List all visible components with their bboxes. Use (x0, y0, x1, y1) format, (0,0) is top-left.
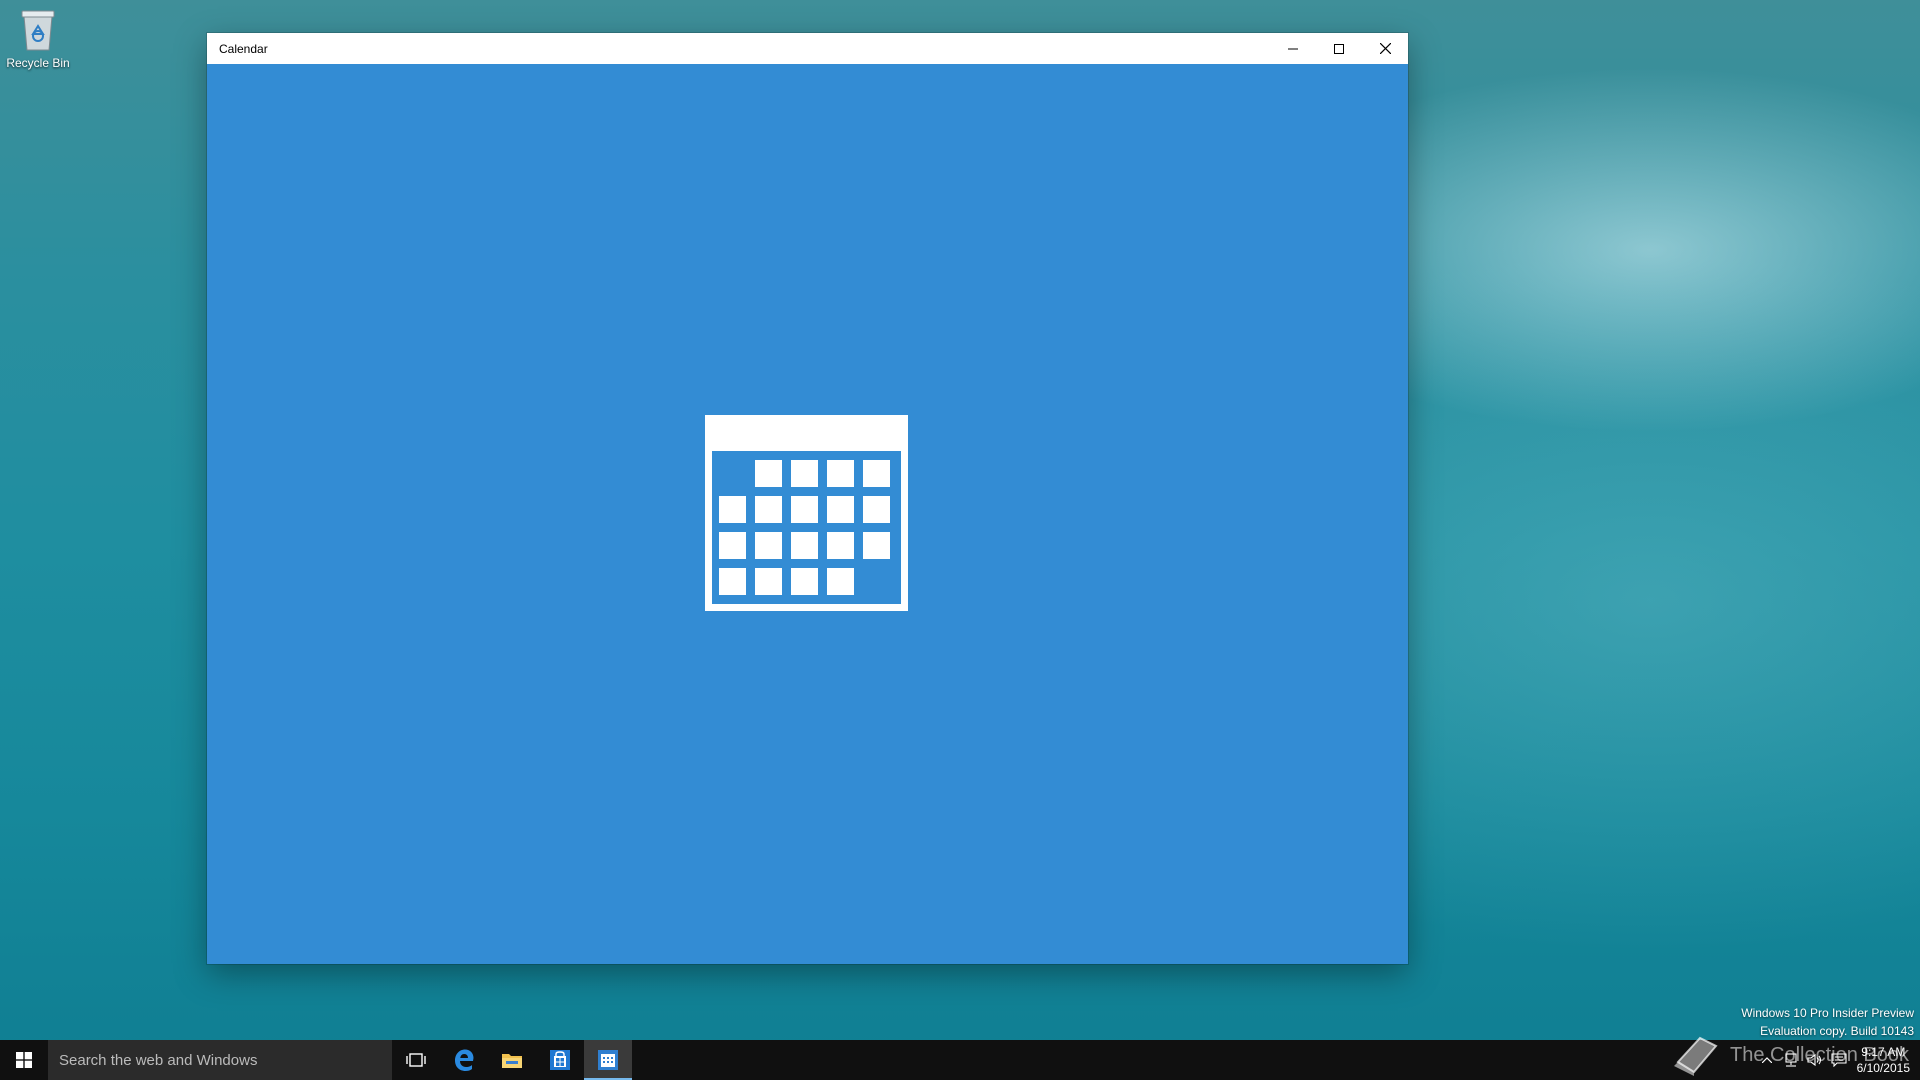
calendar-app-icon (598, 1050, 618, 1070)
minimize-icon (1288, 48, 1298, 49)
taskbar: Search the web and Windows 9:17 AM 6/10/… (0, 1040, 1920, 1080)
folder-icon (502, 1054, 522, 1068)
edge-button[interactable] (440, 1040, 488, 1080)
recycle-bin-icon (18, 6, 58, 52)
brand-text: The Collection Book (1730, 1043, 1909, 1066)
store-button[interactable] (536, 1040, 584, 1080)
close-button[interactable] (1362, 33, 1408, 64)
calendar-splash-icon (705, 415, 908, 611)
desktop-icon-label: Recycle Bin (6, 56, 70, 70)
brand-overlay: The Collection Book (1670, 1030, 1909, 1080)
window-title: Calendar (219, 41, 268, 56)
search-placeholder: Search the web and Windows (59, 1051, 258, 1069)
minimize-button[interactable] (1270, 33, 1316, 64)
task-view-button[interactable] (392, 1040, 440, 1080)
start-button[interactable] (0, 1040, 48, 1080)
book-icon (1674, 1036, 1718, 1076)
maximize-icon (1334, 43, 1344, 54)
window-controls (1270, 33, 1408, 64)
file-explorer-button[interactable] (488, 1040, 536, 1080)
maximize-button[interactable] (1316, 33, 1362, 64)
calendar-icon (705, 415, 908, 611)
search-box[interactable]: Search the web and Windows (48, 1040, 392, 1080)
window-titlebar[interactable]: Calendar (207, 33, 1408, 64)
task-view-icon (406, 1053, 426, 1067)
desktop-icon-recycle-bin[interactable]: Recycle Bin (4, 6, 72, 70)
calendar-window: Calendar (207, 33, 1408, 964)
windows-logo-icon (16, 1052, 32, 1068)
edge-icon (455, 1049, 474, 1071)
watermark-line-1: Windows 10 Pro Insider Preview (1741, 1006, 1914, 1020)
store-icon (550, 1050, 570, 1070)
calendar-taskbar-button[interactable] (584, 1040, 632, 1080)
close-icon (1379, 43, 1391, 54)
